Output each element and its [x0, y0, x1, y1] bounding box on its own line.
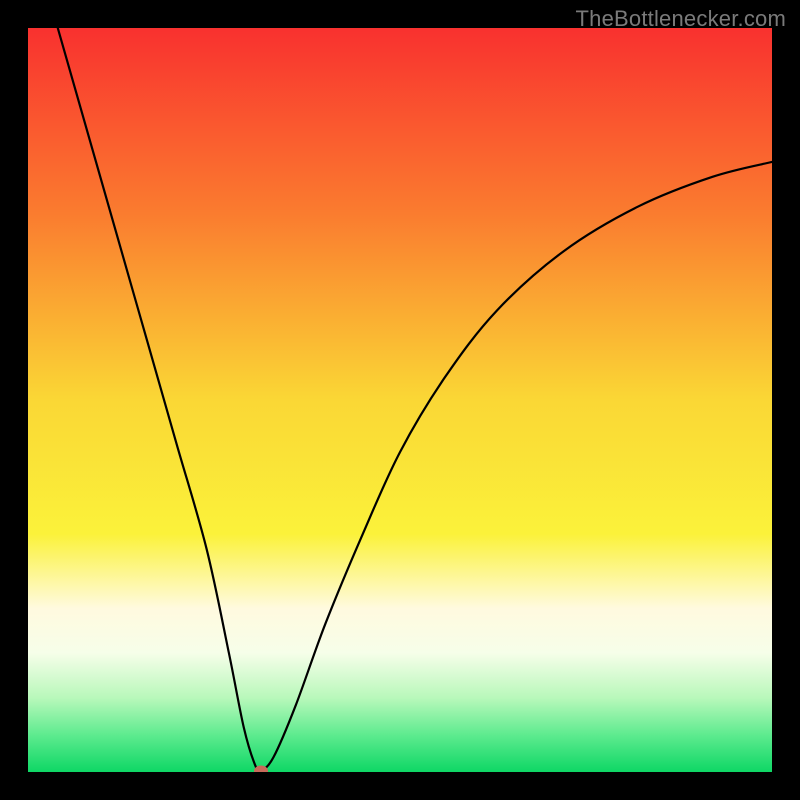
- plot-area: [28, 28, 772, 772]
- gradient-background: [28, 28, 772, 772]
- chart-frame: TheBottlenecker.com: [0, 0, 800, 800]
- optimal-point-marker: [254, 765, 268, 772]
- chart-svg: [28, 28, 772, 772]
